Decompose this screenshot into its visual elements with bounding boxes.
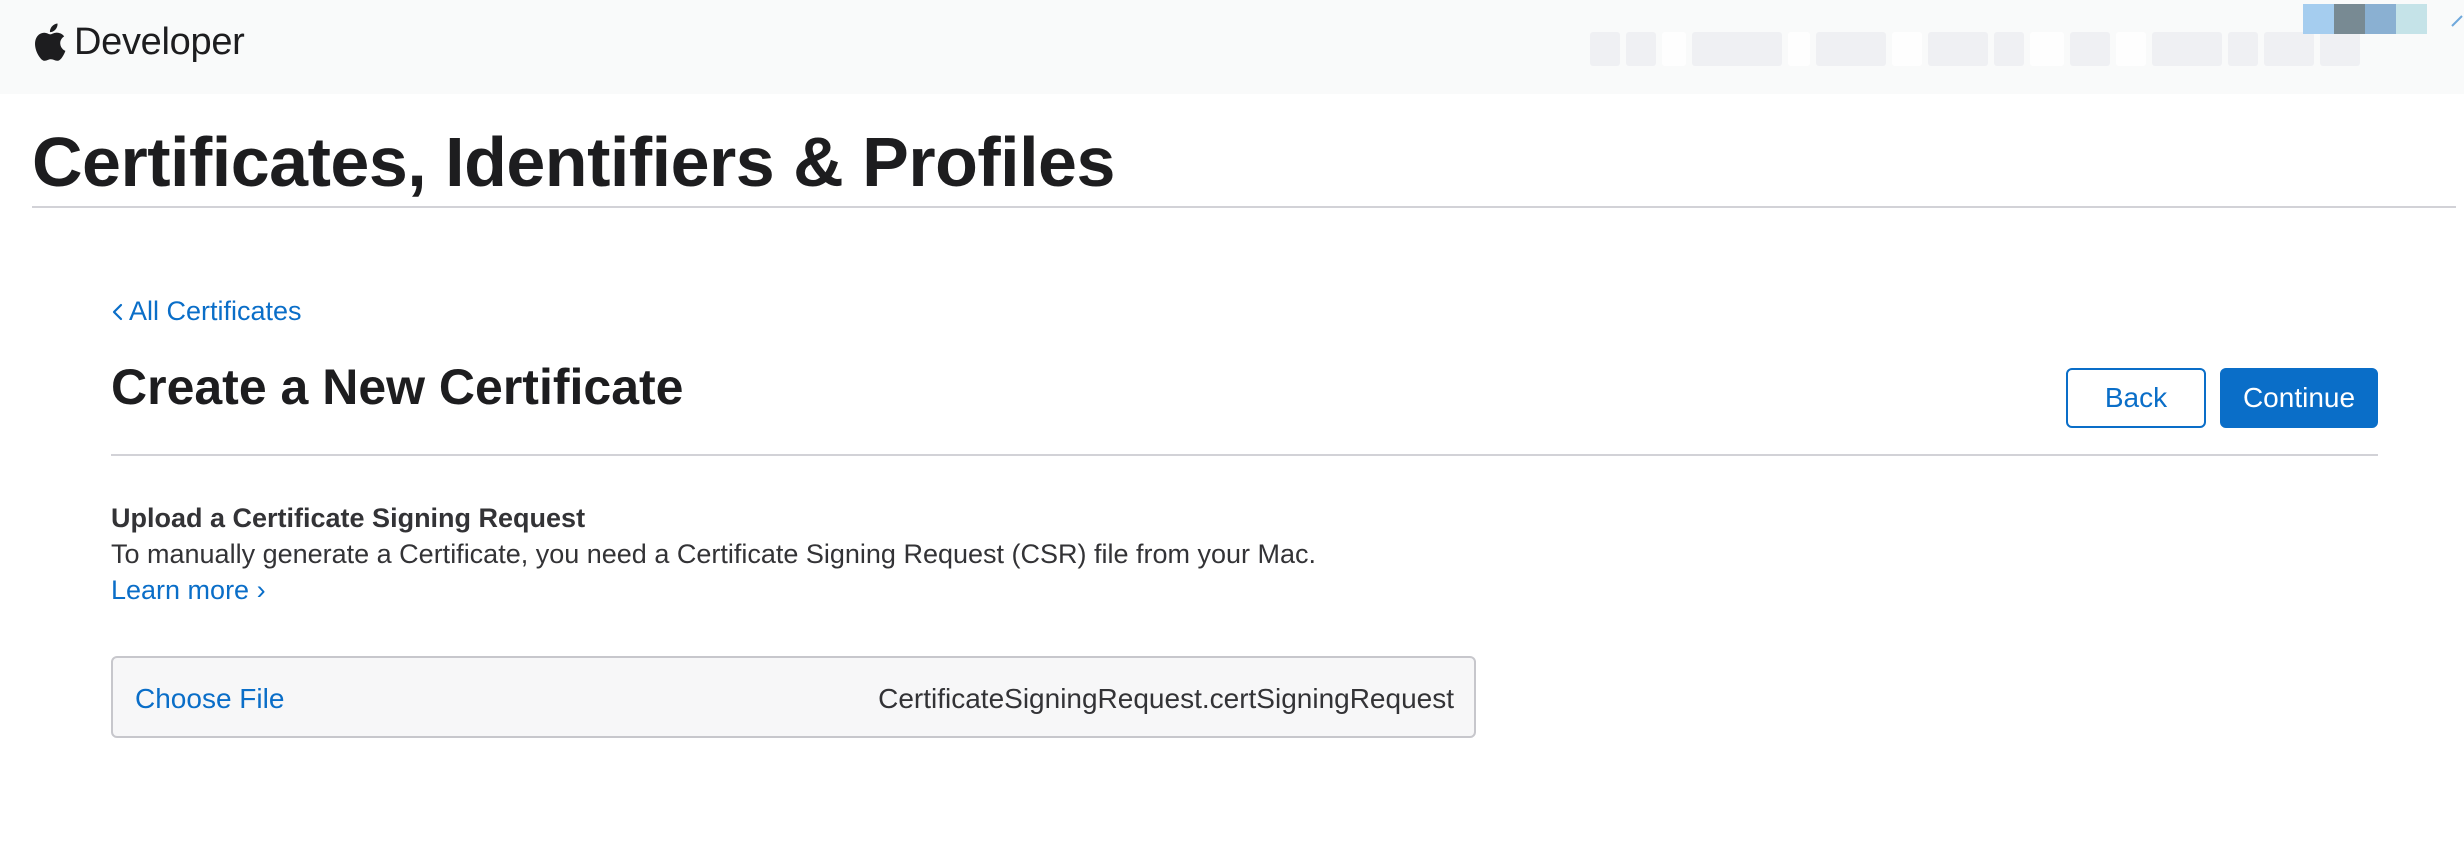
csr-heading: Upload a Certificate Signing Request: [111, 503, 586, 533]
developer-home-link[interactable]: Developer: [32, 18, 245, 66]
apple-logo-icon: [35, 23, 66, 61]
global-nav: Developer: [0, 0, 2464, 94]
csr-description: To manually generate a Certificate, you …: [111, 539, 1317, 569]
pencil-icon: [2451, 15, 2463, 27]
continue-button[interactable]: Continue: [2220, 368, 2378, 428]
choose-file-button[interactable]: Choose File: [135, 683, 284, 715]
page-title: Certificates, Identifiers & Profiles: [32, 123, 1115, 201]
chevron-left-icon: [112, 303, 123, 320]
obscured-nav-region: [1590, 32, 2450, 66]
avatar-block: [2396, 4, 2427, 34]
section-title: Create a New Certificate: [111, 359, 684, 415]
learn-more-link[interactable]: Learn more ›: [111, 575, 266, 606]
selected-file-name: CertificateSigningRequest.certSigningReq…: [878, 683, 1454, 714]
file-upload-field[interactable]: Choose File CertificateSigningRequest.ce…: [111, 656, 1476, 738]
title-divider: [32, 206, 2456, 208]
account-avatar[interactable]: [2303, 4, 2427, 34]
brand-name: Developer: [74, 20, 245, 63]
avatar-block: [2334, 4, 2365, 34]
section-divider: [111, 454, 2378, 456]
all-certificates-label: All Certificates: [129, 296, 302, 326]
all-certificates-link[interactable]: All Certificates: [111, 296, 302, 327]
back-button[interactable]: Back: [2066, 368, 2206, 428]
avatar-block: [2365, 4, 2396, 34]
avatar-block: [2303, 4, 2334, 34]
